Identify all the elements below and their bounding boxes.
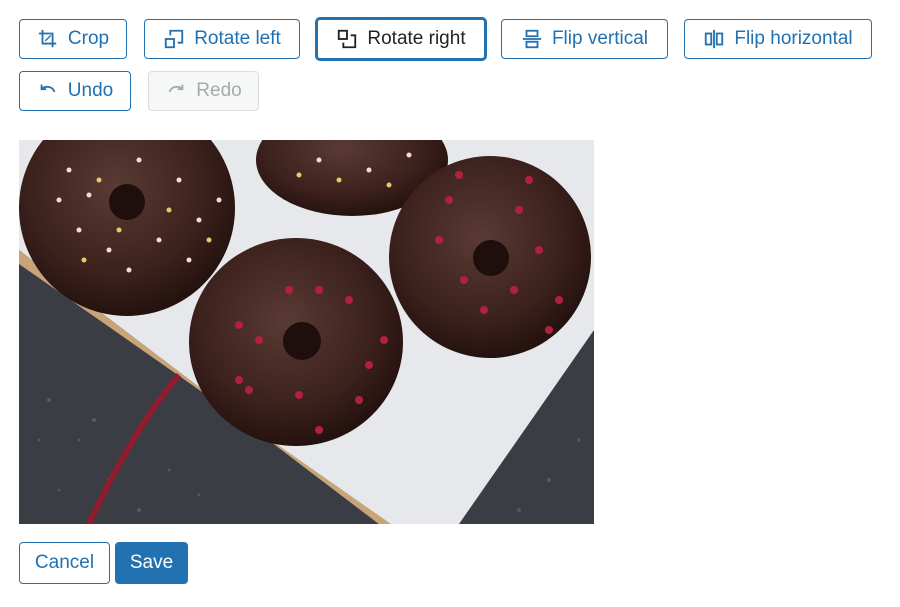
- save-button[interactable]: Save: [115, 542, 188, 584]
- crop-button[interactable]: Crop: [19, 19, 127, 59]
- rotate-right-icon: [336, 28, 358, 50]
- cancel-label: Cancel: [34, 552, 95, 573]
- rotate-left-button[interactable]: Rotate left: [144, 19, 300, 59]
- flip-vertical-icon: [521, 28, 543, 50]
- flip-vertical-label: Flip vertical: [551, 28, 649, 49]
- redo-button[interactable]: Redo: [148, 71, 259, 111]
- save-label: Save: [129, 552, 174, 573]
- flip-horizontal-icon: [703, 28, 725, 50]
- flip-horizontal-label: Flip horizontal: [734, 28, 853, 49]
- flip-horizontal-button[interactable]: Flip horizontal: [684, 19, 872, 59]
- undo-label: Undo: [67, 80, 114, 101]
- undo-button[interactable]: Undo: [19, 71, 131, 111]
- rotate-left-label: Rotate left: [194, 28, 281, 49]
- rotate-right-button[interactable]: Rotate right: [316, 18, 486, 60]
- redo-icon: [165, 80, 187, 102]
- donut-right: [389, 156, 591, 358]
- rotate-right-label: Rotate right: [367, 28, 466, 49]
- cancel-button[interactable]: Cancel: [19, 542, 110, 584]
- rotate-left-icon: [163, 28, 185, 50]
- donut-bottom-center: [189, 238, 403, 446]
- flip-vertical-button[interactable]: Flip vertical: [501, 19, 668, 59]
- crop-label: Crop: [67, 28, 110, 49]
- redo-label: Redo: [196, 80, 242, 101]
- crop-icon: [37, 28, 59, 50]
- undo-icon: [37, 80, 59, 102]
- image-preview: [19, 140, 594, 524]
